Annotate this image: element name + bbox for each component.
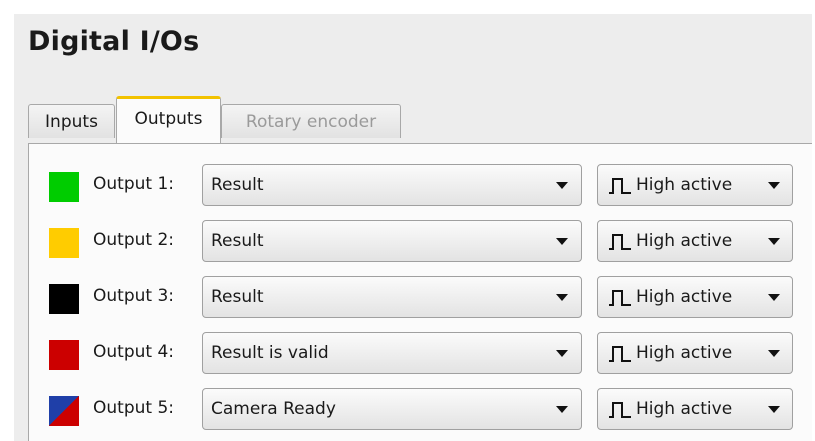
output-mode-value: High active <box>636 399 733 419</box>
output-color-swatch <box>49 284 79 314</box>
output-signal-value: Camera Ready <box>211 399 336 419</box>
output-label: Output 5: <box>93 398 174 418</box>
output-row-2: Output 2: Result High active <box>29 218 813 264</box>
output-signal-select[interactable]: Camera Ready <box>202 388 582 430</box>
output-mode-select[interactable]: High active <box>597 332 793 374</box>
chevron-down-icon <box>768 294 780 301</box>
page-title: Digital I/Os <box>28 26 200 57</box>
output-mode-value: High active <box>636 231 733 251</box>
output-signal-select[interactable]: Result <box>202 276 582 318</box>
output-signal-select[interactable]: Result is valid <box>202 332 582 374</box>
output-mode-select[interactable]: High active <box>597 388 793 430</box>
pulse-icon <box>609 346 631 362</box>
pulse-icon <box>609 178 631 194</box>
tab-rotary-encoder: Rotary encoder <box>221 104 401 138</box>
pulse-icon <box>609 402 631 418</box>
chevron-down-icon <box>768 350 780 357</box>
output-color-swatch <box>49 396 79 426</box>
output-color-swatch <box>49 172 79 202</box>
output-mode-value: High active <box>636 343 733 363</box>
pulse-icon <box>609 290 631 306</box>
output-signal-value: Result <box>211 175 264 195</box>
output-mode-select[interactable]: High active <box>597 220 793 262</box>
output-mode-select[interactable]: High active <box>597 164 793 206</box>
outputs-tab-content: Output 1: Result High active Output 2: R… <box>28 143 812 441</box>
output-color-swatch <box>49 340 79 370</box>
chevron-down-icon <box>556 294 568 301</box>
output-label: Output 1: <box>93 174 174 194</box>
output-label: Output 2: <box>93 230 174 250</box>
output-row-5: Output 5: Camera Ready High active <box>29 386 813 432</box>
output-row-4: Output 4: Result is valid High active <box>29 330 813 376</box>
output-mode-value: High active <box>636 287 733 307</box>
pulse-icon <box>609 234 631 250</box>
output-signal-value: Result <box>211 231 264 251</box>
chevron-down-icon <box>768 182 780 189</box>
output-mode-value: High active <box>636 175 733 195</box>
chevron-down-icon <box>556 182 568 189</box>
chevron-down-icon <box>556 238 568 245</box>
output-signal-select[interactable]: Result <box>202 164 582 206</box>
output-row-3: Output 3: Result High active <box>29 274 813 320</box>
tab-outputs[interactable]: Outputs <box>116 96 221 143</box>
output-label: Output 3: <box>93 286 174 306</box>
tab-inputs[interactable]: Inputs <box>28 104 115 138</box>
output-row-1: Output 1: Result High active <box>29 162 813 208</box>
chevron-down-icon <box>556 350 568 357</box>
chevron-down-icon <box>768 406 780 413</box>
chevron-down-icon <box>768 238 780 245</box>
output-color-swatch <box>49 228 79 258</box>
output-signal-value: Result is valid <box>211 343 329 363</box>
chevron-down-icon <box>556 406 568 413</box>
output-signal-select[interactable]: Result <box>202 220 582 262</box>
output-signal-value: Result <box>211 287 264 307</box>
output-mode-select[interactable]: High active <box>597 276 793 318</box>
output-label: Output 4: <box>93 342 174 362</box>
